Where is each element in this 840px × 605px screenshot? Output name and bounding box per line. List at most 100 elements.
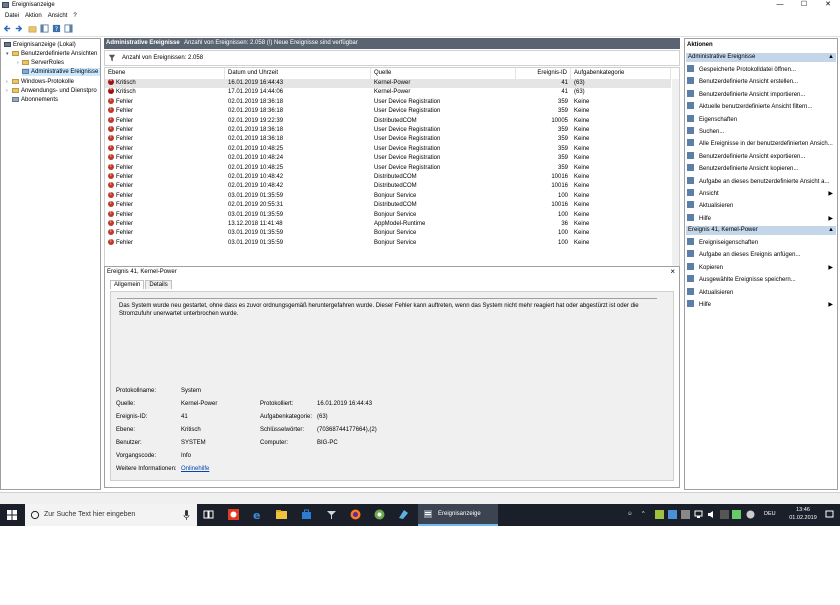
vertical-scrollbar[interactable] [672,79,679,292]
table-row[interactable]: Fehler 02.01.2019 18:36:18 User Device Reg… [105,126,671,135]
minimize-button[interactable]: — [770,0,790,10]
table-row[interactable]: Fehler 02.01.2019 18:36:18 User Device Reg… [105,97,671,107]
table-row[interactable]: Fehler 02.01.2019 18:36:18 User Device Reg… [105,107,671,116]
tray-app-icon[interactable] [720,510,729,519]
column-header-level[interactable]: Ebene [105,68,225,79]
task-view-icon[interactable] [203,509,214,520]
firefox-icon[interactable] [350,509,361,520]
action-item[interactable]: Benutzerdefinierte Ansicht importieren..… [687,89,835,101]
expand-arrow-icon[interactable]: › [17,60,19,66]
menu-aktion[interactable]: Aktion [25,11,42,21]
action-item[interactable]: Benutzerdefinierte Ansicht erstellen... [687,77,835,88]
table-row[interactable]: Fehler 02.01.2019 19:22:39 DistributedCOM 1… [105,116,671,126]
column-header-event-id[interactable]: Ereignis-ID [516,68,571,79]
forward-arrow-icon[interactable] [14,24,23,33]
table-row[interactable]: Fehler 02.01.2019 10:48:24 User Device Reg… [105,154,671,163]
console-tree-icon[interactable] [40,24,49,33]
tree-admin-events[interactable]: Administrative Ereignisse [22,68,100,76]
action-item[interactable]: Suchen... [687,127,835,138]
table-row[interactable]: Fehler 03.01.2019 01:35:59 Bonjour Service… [105,191,671,201]
folder-up-icon[interactable] [28,24,37,33]
action-item[interactable]: Hilfe ▶ [687,300,835,311]
table-row[interactable]: Fehler 02.01.2019 10:48:25 User Device Reg… [105,144,671,154]
show-pane-icon[interactable] [64,24,73,33]
game-icon[interactable] [326,509,337,520]
tab-general[interactable]: Allgemein [110,280,145,289]
app-icon-red[interactable] [228,509,239,520]
network-icon[interactable] [694,510,703,519]
action-item[interactable]: Aktualisieren [687,287,835,299]
table-row[interactable]: Fehler 03.01.2019 01:35:59 Bonjour Service… [105,229,671,238]
volume-icon[interactable] [707,510,716,519]
show-hidden-icons-icon[interactable]: ^ [642,511,645,517]
file-explorer-icon[interactable] [276,509,287,520]
table-row[interactable]: Fehler 13.12.2018 11:41:48 AppModel-Runtim… [105,220,671,229]
table-row[interactable]: Fehler 02.01.2019 10:48:42 DistributedCOM 1… [105,182,671,191]
expand-arrow-icon[interactable]: › [6,88,8,94]
tree-windows-logs[interactable]: Windows-Protokolle [12,78,74,86]
action-item[interactable]: Benutzerdefinierte Ansicht exportieren..… [687,151,835,163]
tree-app-service-logs[interactable]: Anwendungs- und Dienstpro [12,87,97,95]
tree-server-roles[interactable]: ServerRoles [22,59,64,67]
tree-custom-views[interactable]: Benutzerdefinierte Ansichten [12,50,97,58]
table-row[interactable]: Fehler 02.01.2019 18:36:18 User Device Reg… [105,135,671,144]
tree-root[interactable]: Ereignisanzeige (Lokal) [4,41,76,49]
action-item[interactable]: Eigenschaften [687,114,835,126]
action-item[interactable]: Benutzerdefinierte Ansicht kopieren... [687,164,835,175]
action-item[interactable]: Aufgabe an dieses Ereignis anfügen... [687,250,835,261]
action-item[interactable]: Aufgabe an dieses benutzerdefinierte Ans… [687,176,835,188]
taskbar-search[interactable]: Zur Suche Text hier eingeben [25,504,197,526]
notification-center-icon[interactable] [825,510,834,519]
collapse-arrow-icon[interactable]: ▾ [6,51,9,57]
table-row[interactable]: Fehler 02.01.2019 20:55:31 DistributedCOM 1… [105,201,671,210]
tab-details[interactable]: Details [145,280,172,289]
action-item[interactable]: Aktuelle benutzerdefinierte Ansicht filt… [687,102,835,113]
critical-icon [108,79,114,86]
edge-browser-icon[interactable]: e [252,509,263,520]
table-row[interactable]: Kritisch 17.01.2019 14:44:06 Kernel-Power 4… [105,88,671,97]
clock[interactable]: 13:46 01.02.2019 [786,507,820,521]
menu-help[interactable]: ? [73,11,76,21]
windows-start-icon[interactable] [7,510,17,520]
table-row[interactable]: Fehler 02.01.2019 10:48:42 DistributedCOM 1… [105,173,671,182]
store-icon[interactable] [301,509,312,520]
column-header-source[interactable]: Quelle [371,68,516,79]
action-item[interactable]: Alle Ereignisse in der benutzerdefiniert… [687,139,835,150]
table-row[interactable]: Fehler 02.01.2019 10:48:25 User Device Reg… [105,163,671,173]
action-item[interactable]: Kopieren ▶ [687,262,835,274]
tray-app-icon[interactable] [668,510,677,519]
help-book-icon[interactable]: ? [52,24,61,33]
maximize-button[interactable]: ☐ [794,0,814,10]
table-row[interactable]: Fehler 03.01.2019 01:35:59 Bonjour Service… [105,210,671,220]
detail-close-icon[interactable]: × [670,267,675,276]
microphone-icon[interactable] [183,510,190,520]
actions-section-event[interactable]: Ereignis 41, Kernel-Power ▲ [686,226,836,235]
menu-datei[interactable]: Datei [5,11,19,21]
column-header-task-category[interactable]: Aufgabenkategorie [571,68,671,79]
tray-app-icon[interactable] [655,510,664,519]
taskbar-active-app[interactable]: Ereignisanzeige [418,504,498,526]
action-item[interactable]: Ausgewählte Ereignisse speichern... [687,275,835,286]
back-arrow-icon[interactable] [3,24,12,33]
table-row[interactable]: Kritisch 16.01.2019 16:44:43 Kernel-Power 4… [105,79,671,89]
language-indicator[interactable]: DEU [764,511,776,517]
expand-arrow-icon[interactable]: › [6,79,8,85]
menu-ansicht[interactable]: Ansicht [48,11,68,21]
column-header-date[interactable]: Datum und Uhrzeit [225,68,371,79]
people-icon[interactable]: ☺ [627,511,633,517]
action-item[interactable]: Ereigniseigenschaften [687,238,835,249]
tray-app-icon[interactable] [746,510,755,519]
actions-section-admin-events[interactable]: Administrative Ereignisse ▲ [686,53,836,62]
tray-app-icon[interactable] [681,510,690,519]
tree-subscriptions[interactable]: Abonnements [12,96,58,104]
action-item[interactable]: Aktualisieren [687,201,835,212]
action-item[interactable]: Hilfe ▶ [687,213,835,225]
app-icon-green[interactable] [374,509,385,520]
action-item[interactable]: Gespeicherte Protokolldatei öffnen... [687,65,835,76]
action-item[interactable]: Ansicht ▶ [687,189,835,200]
table-row[interactable]: Fehler 03.01.2019 01:35:59 Bonjour Service… [105,238,671,248]
close-button[interactable]: ✕ [818,0,838,10]
tray-app-icon[interactable] [732,510,741,519]
app-icon-blue[interactable] [398,509,409,520]
online-help-link[interactable]: Onlinehilfe [181,466,209,472]
